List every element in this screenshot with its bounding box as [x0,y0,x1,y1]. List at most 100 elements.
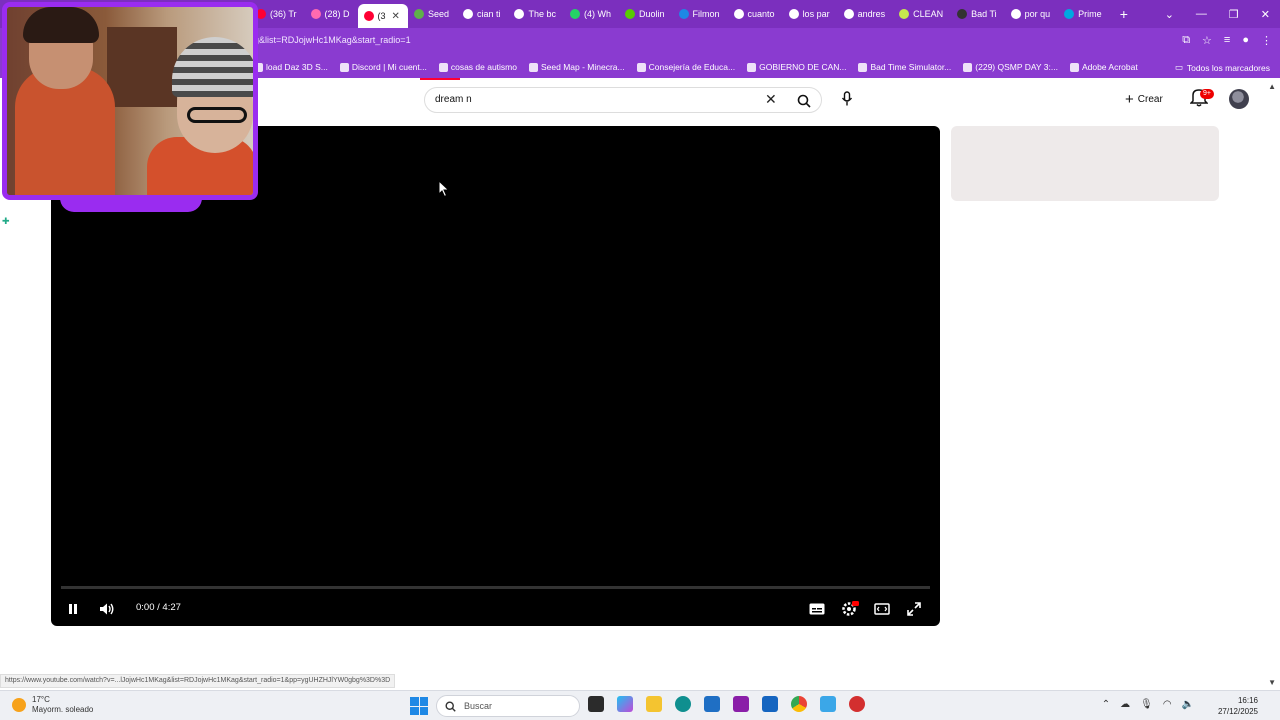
search-button[interactable] [793,90,815,112]
browser-tab[interactable]: (3 ✕ [357,4,408,28]
taskbar-search[interactable]: Buscar [436,695,580,717]
recording-app-icon[interactable] [849,696,865,712]
microphone-icon [841,91,853,106]
bookmark-item[interactable]: Bad Time Simulator... [858,62,951,72]
search-box[interactable]: dream n ✕ [424,87,822,113]
create-button[interactable]: + Crear [1125,88,1179,110]
bookmark-item[interactable]: load Daz 3D S... [254,62,328,72]
browser-tab[interactable]: los par [783,3,838,25]
outlook-icon[interactable] [762,696,778,712]
url-field[interactable]: g&list=RDJojwHc1MKag&start_radio=1 [254,35,411,45]
photo-app-icon[interactable] [733,696,749,712]
bookmark-label: GOBIERNO DE CAN... [759,62,847,72]
profile-icon[interactable]: ● [1242,34,1249,47]
browser-tab[interactable]: Bad Ti [951,3,1005,25]
bookmark-item[interactable]: Adobe Acrobat [1069,62,1138,72]
fullscreen-button[interactable] [903,599,925,619]
tab-search-icon[interactable]: ⌄ [1165,8,1174,21]
bookmark-label: Adobe Acrobat [1081,62,1138,72]
bookmark-item[interactable]: GOBIERNO DE CAN... [747,62,846,72]
tab-label: Duolin [639,9,665,19]
maximize-icon[interactable]: ❐ [1229,8,1239,21]
minimize-icon[interactable]: — [1196,8,1207,20]
temperature: 17°C [32,695,50,704]
tab-label: (36) Tr [270,9,297,19]
close-window-icon[interactable]: ✕ [1261,8,1270,21]
install-app-icon[interactable]: ⧉ [1182,34,1190,47]
scroll-down-icon[interactable]: ▼ [1268,678,1276,687]
browser-tab[interactable]: Duolin [619,3,673,25]
scroll-up-icon[interactable]: ▲ [1268,82,1276,91]
weather-condition: Mayorm. soleado [32,705,94,714]
search-input[interactable]: dream n [435,94,472,105]
microphone-icon[interactable]: 🎙 [1140,699,1153,710]
browser-tab[interactable]: (36) Tr [250,3,305,25]
store-icon[interactable] [704,696,720,712]
tab-label: (3 [377,11,386,21]
edge-icon[interactable] [675,696,691,712]
weather-widget[interactable]: 17°C Mayorm. soleado [12,695,93,715]
browser-tab[interactable]: Filmon [673,3,728,25]
volume-icon [100,603,114,615]
progress-bar[interactable] [61,586,930,589]
browser-tab[interactable]: CLEAN [893,3,951,25]
chrome-icon[interactable] [791,696,807,712]
volume-button[interactable] [96,599,118,619]
bookmark-item[interactable]: cosas de autismo [438,62,517,72]
tab-label: (28) D [324,9,350,19]
browser-tab[interactable]: Prime [1058,3,1110,25]
speaker-icon[interactable]: 🔈 [1182,699,1194,710]
menu-icon[interactable]: ⋮ [1261,34,1272,47]
bookmark-label: Consejería de Educa... [648,62,736,72]
clock-time: 16:16 [1237,696,1258,705]
all-bookmarks-button[interactable]: ▭ Todos los marcadores [1175,62,1270,73]
file-explorer-icon[interactable] [646,696,662,712]
fullscreen-icon [907,602,921,616]
address-bar-actions: ⧉ ☆ ≡ ● ⋮ [1182,34,1272,47]
copilot-icon[interactable] [617,696,633,712]
bookmark-label: Discord | Mi cuent... [351,62,427,72]
new-tab-icon[interactable]: + [1120,6,1128,22]
extension-icon[interactable]: ✚ [2,216,11,226]
media-controls-icon[interactable]: ≡ [1224,34,1230,47]
webcam-shelf [107,27,177,107]
bookmark-label: Seed Map - Minecra... [541,62,625,72]
clock[interactable]: 16:16 27/12/2025 [1218,695,1258,717]
start-button[interactable] [410,697,428,715]
pause-button[interactable] [63,599,83,619]
browser-tab[interactable]: The bc [508,3,564,25]
task-view-icon[interactable] [588,696,604,712]
bookmark-item[interactable]: Discord | Mi cuent... [339,62,427,72]
account-avatar[interactable] [1229,89,1249,109]
bookmark-label: (229) QSMP DAY 3:... [975,62,1058,72]
notepad-icon[interactable] [820,696,836,712]
tab-favicon-icon [957,9,968,19]
tab-favicon-icon [788,9,799,19]
chevron-up-icon[interactable]: ⌃ [1102,699,1110,710]
bookmark-item[interactable]: Seed Map - Minecra... [529,62,625,72]
browser-tab[interactable]: (4) Wh [564,3,619,25]
tab-label: los par [802,9,830,19]
bookmark-item[interactable]: Consejería de Educa... [636,62,736,72]
bookmark-item[interactable]: (229) QSMP DAY 3:... [963,62,1058,72]
bookmark-star-icon[interactable]: ☆ [1202,34,1212,47]
cloud-icon[interactable]: ☁ [1120,699,1130,710]
subtitles-button[interactable] [807,599,827,619]
browser-tab[interactable]: (28) D [305,3,358,25]
tab-label: The bc [528,9,556,19]
browser-tab[interactable]: por qu [1005,3,1059,25]
wifi-icon[interactable]: ◠ [1163,699,1172,710]
tab-label: por qu [1024,9,1051,19]
gear-icon [842,601,859,616]
browser-tab[interactable]: cian ti [457,3,509,25]
tab-favicon-icon [899,9,910,19]
clear-search-icon[interactable]: ✕ [765,91,777,108]
browser-tab[interactable]: andres [838,3,894,25]
theater-mode-button[interactable] [871,599,893,619]
taskbar: 17°C Mayorm. soleado Buscar ⌃ ☁ 🎙 ◠ 🔈 16… [0,690,1280,720]
settings-button[interactable] [839,599,861,619]
voice-search-button[interactable] [836,88,858,110]
browser-tab[interactable]: Seed [408,3,457,25]
close-tab-icon[interactable]: ✕ [392,11,400,22]
browser-tab[interactable]: cuanto [728,3,783,25]
